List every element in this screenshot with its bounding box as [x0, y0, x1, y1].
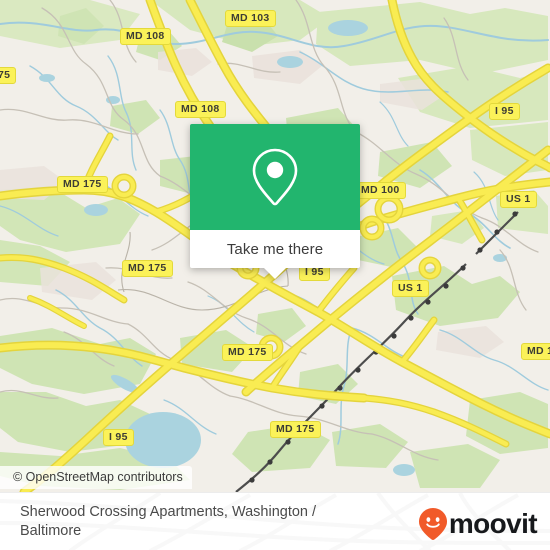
popup-card-action[interactable]: Take me there: [190, 230, 360, 279]
highway-shield: I 95: [103, 429, 134, 446]
osm-attribution[interactable]: © OpenStreetMap contributors: [0, 466, 192, 489]
map-screen: MD 103 MD 108 MD 108 I 95 MD 175 MD 100 US 1 MD…: [0, 0, 550, 550]
attribution-text: © OpenStreetMap contributors: [13, 470, 183, 484]
moovit-wordmark: moovit: [448, 507, 538, 539]
highway-shield: MD 175: [57, 176, 108, 193]
highway-shield: MD 100: [355, 182, 406, 199]
highway-shield: MD 103: [225, 10, 276, 27]
highway-shield: US 1: [500, 191, 537, 208]
highway-shield: MD 175: [222, 344, 273, 361]
highway-shield: I 95: [489, 103, 520, 120]
popup-card-header: [190, 124, 360, 230]
highway-shield: MD 1: [521, 343, 550, 360]
highway-shield: US 1: [392, 280, 429, 297]
highway-shield: 75: [0, 67, 17, 84]
highway-shield: MD 108: [175, 101, 226, 118]
popup-tail: [264, 268, 286, 279]
destination-popup-card[interactable]: Take me there: [190, 124, 360, 279]
moovit-pin-smiley-icon: [418, 507, 447, 540]
highway-shield: MD 175: [270, 421, 321, 438]
take-me-there-label: Take me there: [226, 240, 324, 258]
footer-bar: Sherwood Crossing Apartments, Washington…: [0, 492, 550, 550]
moovit-logo[interactable]: moovit: [418, 507, 538, 541]
map-pin-icon: [252, 148, 298, 206]
page-title: Sherwood Crossing Apartments, Washington…: [20, 503, 317, 539]
highway-shield: MD 108: [120, 28, 171, 45]
highway-shield: MD 175: [122, 260, 173, 277]
